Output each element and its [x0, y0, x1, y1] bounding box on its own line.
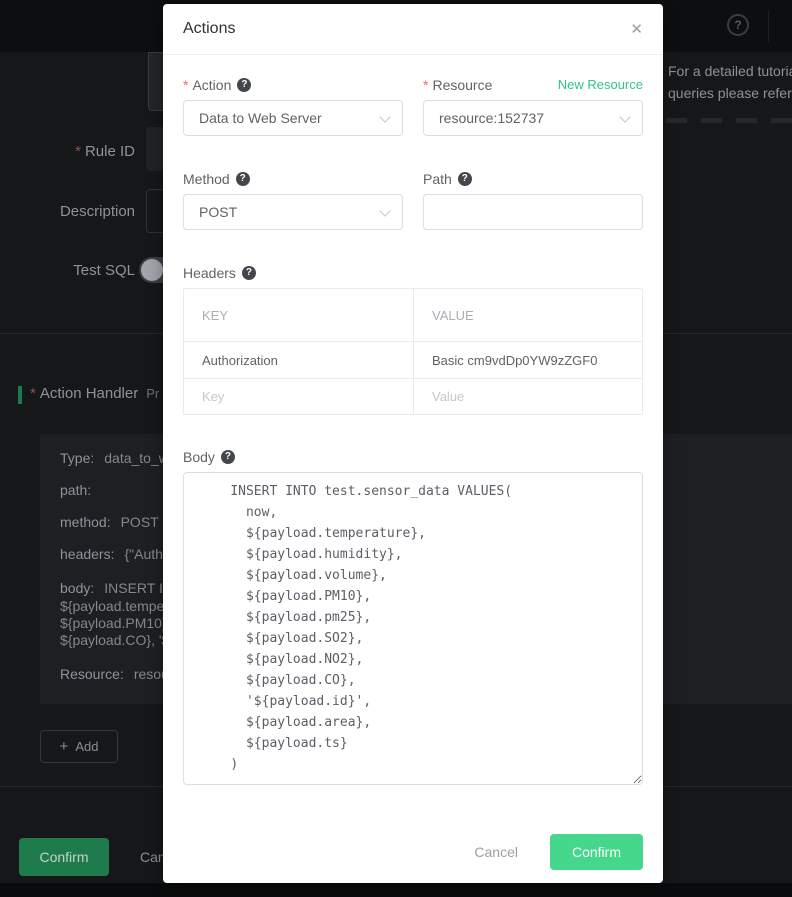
path-label: Path ? [423, 169, 643, 188]
required-asterisk: * [75, 143, 81, 160]
header-key-input[interactable]: Key [184, 379, 414, 414]
method-label: Method ? [183, 169, 403, 188]
modal-header: Actions ✕ [163, 4, 663, 55]
required-asterisk: * [30, 385, 36, 402]
modal-title: Actions [183, 20, 235, 38]
action-select[interactable]: Data to Web Server [183, 100, 403, 136]
table-row: Authorization Basic cm9vdDp0YW9zZGF0 [184, 341, 642, 378]
column-header-value: VALUE [414, 289, 643, 341]
tutorial-line-1: For a detailed tutorial [668, 60, 792, 82]
row-action-resource: * Action ? Data to Web Server *Resource … [183, 75, 643, 136]
tutorial-line-2: queries please refer to [668, 82, 792, 104]
resource-label: *Resource [423, 77, 492, 93]
modal-body: * Action ? Data to Web Server *Resource … [163, 55, 663, 870]
action-label: * Action ? [183, 75, 403, 94]
path-input[interactable] [423, 194, 643, 230]
rule-id-label: *Rule ID [0, 143, 135, 160]
headers-table: KEY VALUE Authorization Basic cm9vdDp0YW… [183, 288, 643, 415]
tutorial-note: For a detailed tutorial queries please r… [668, 60, 792, 104]
help-icon[interactable]: ? [727, 14, 749, 36]
confirm-button[interactable]: Confirm [550, 834, 643, 870]
cancel-button[interactable]: Cancel [474, 844, 518, 860]
new-resource-link[interactable]: New Resource [558, 77, 643, 92]
action-handler-heading: *Action HandlerPr [30, 385, 159, 402]
add-action-button[interactable]: + Add [40, 730, 118, 763]
preview-row-body: body:INSERT IN [60, 580, 173, 596]
page-confirm-button[interactable]: Confirm [19, 838, 109, 876]
question-mark-icon[interactable]: ? [242, 266, 256, 280]
body-section: Body ? INSERT INTO test.sensor_data VALU… [183, 447, 643, 790]
question-mark-icon[interactable]: ? [458, 172, 472, 186]
required-asterisk: * [183, 77, 188, 93]
chevron-down-icon [379, 111, 390, 122]
preview-row-path: path: [60, 482, 101, 498]
preview-body-line4: ${payload.CO}, '$ [60, 632, 169, 648]
header-value-input[interactable]: Value [414, 379, 643, 414]
preview-row-headers: headers:{"Auth [60, 546, 163, 562]
chevron-down-icon [379, 205, 390, 216]
resource-select-value: resource:152737 [439, 110, 544, 126]
preview-row-type: Type:data_to_w [60, 450, 169, 466]
add-button-label: Add [75, 739, 98, 754]
bottom-bar [0, 883, 792, 897]
method-select-value: POST [199, 204, 237, 220]
body-textarea[interactable]: INSERT INTO test.sensor_data VALUES( now… [183, 472, 643, 785]
preview-body-line2: ${payload.temper [60, 598, 169, 614]
headers-section: Headers ? KEY VALUE Authorization Basic … [183, 263, 643, 415]
actions-modal: Actions ✕ * Action ? Data to Web Server [163, 4, 663, 883]
action-field: * Action ? Data to Web Server [183, 75, 403, 136]
header-value-cell[interactable]: Basic cm9vdDp0YW9zZGF0 [414, 342, 643, 378]
modal-footer: Cancel Confirm [183, 834, 643, 870]
resource-label-row: *Resource New Resource [423, 75, 643, 94]
section-accent-bar [18, 386, 22, 404]
headers-table-head: KEY VALUE [184, 289, 642, 341]
header-divider [768, 10, 769, 42]
question-mark-icon[interactable]: ? [237, 78, 251, 92]
question-mark-icon[interactable]: ? [236, 172, 250, 186]
plus-icon: + [60, 738, 69, 755]
toggle-knob [141, 259, 163, 281]
column-header-key: KEY [184, 289, 414, 341]
dashed-separator [666, 118, 792, 123]
header-key-cell[interactable]: Authorization [184, 342, 414, 378]
required-asterisk: * [423, 77, 428, 93]
preview-row-method: method:POST [60, 514, 159, 530]
method-field: Method ? POST [183, 169, 403, 230]
preview-row-resource: Resource:resou [60, 666, 169, 682]
row-method-path: Method ? POST Path ? [183, 169, 643, 230]
preview-body-line3: ${payload.PM10} [60, 615, 167, 631]
body-label: Body ? [183, 447, 643, 466]
description-label: Description [0, 203, 135, 220]
path-field: Path ? [423, 169, 643, 230]
resource-select[interactable]: resource:152737 [423, 100, 643, 136]
resource-field: *Resource New Resource resource:152737 [423, 75, 643, 136]
action-handler-extra: Pr [146, 386, 159, 401]
question-mark-icon[interactable]: ? [221, 450, 235, 464]
test-sql-label: Test SQL [0, 262, 135, 279]
close-icon[interactable]: ✕ [630, 20, 643, 38]
action-select-value: Data to Web Server [199, 110, 322, 126]
method-select[interactable]: POST [183, 194, 403, 230]
chevron-down-icon [619, 111, 630, 122]
table-row-placeholder: Key Value [184, 378, 642, 414]
headers-label: Headers ? [183, 263, 643, 282]
